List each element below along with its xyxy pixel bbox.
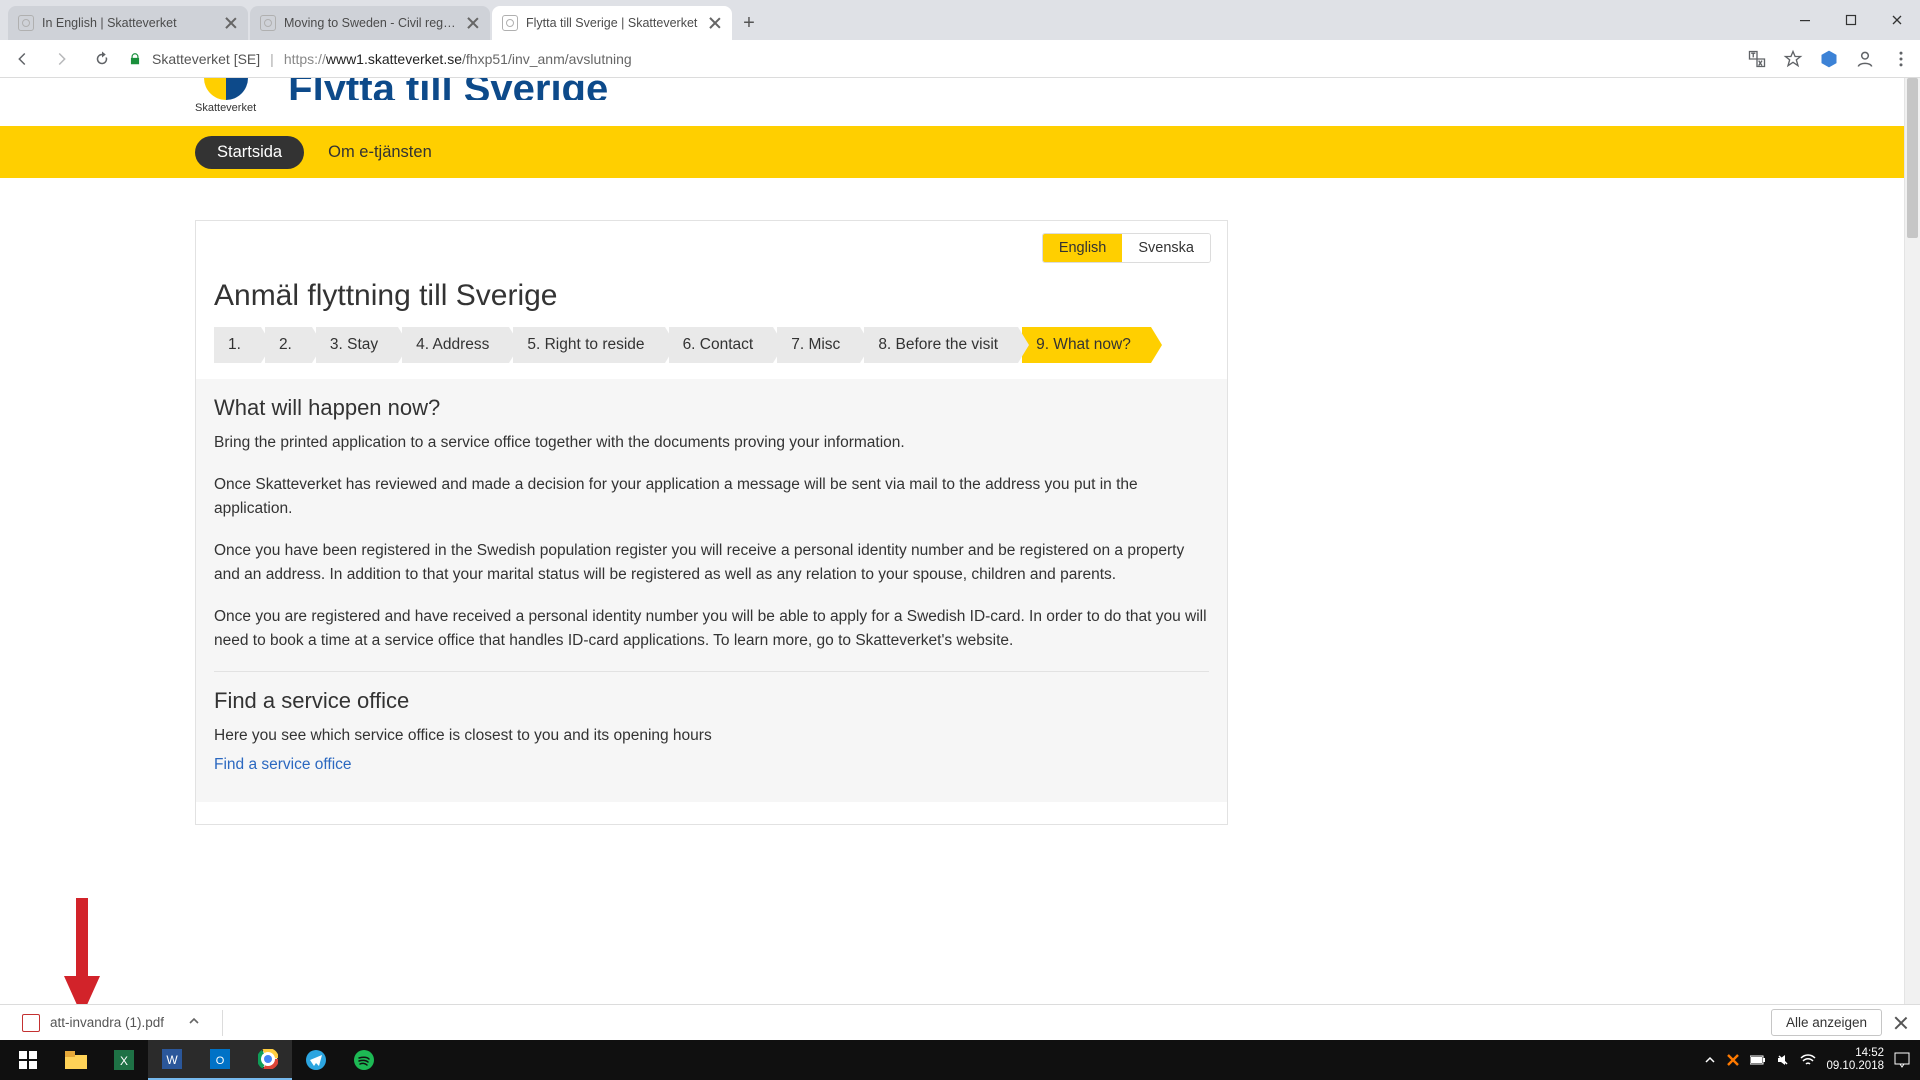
- window-maximize-button[interactable]: [1828, 4, 1874, 36]
- nav-om-etjansten[interactable]: Om e-tjänsten: [328, 143, 432, 162]
- bookmark-star-icon[interactable]: [1782, 48, 1804, 70]
- nav-startsida[interactable]: Startsida: [195, 136, 304, 169]
- toolbar-right-group: [1746, 48, 1912, 70]
- download-item[interactable]: att-invandra (1).pdf: [12, 1012, 210, 1034]
- antivirus-tray-icon[interactable]: [1726, 1053, 1740, 1067]
- kebab-menu-icon[interactable]: [1890, 48, 1912, 70]
- content-panel: English Svenska Anmäl flyttning till Sve…: [195, 220, 1228, 825]
- nav-forward-button[interactable]: [48, 45, 76, 73]
- body-paragraph: Once you have been registered in the Swe…: [214, 539, 1209, 587]
- url-display: https://www1.skatteverket.se/fhxp51/inv_…: [284, 51, 632, 67]
- lang-svenska-button[interactable]: Svenska: [1122, 234, 1210, 262]
- step-5-right-to-reside[interactable]: 5. Right to reside: [513, 327, 664, 363]
- browser-tab-1[interactable]: In English | Skatteverket: [8, 6, 248, 40]
- language-toggle: English Svenska: [1042, 233, 1211, 263]
- window-close-button[interactable]: [1874, 4, 1920, 36]
- find-service-office-link[interactable]: Find a service office: [214, 756, 352, 773]
- site-primary-nav: Startsida Om e-tjänsten: [0, 126, 1904, 178]
- favicon-icon: [18, 15, 34, 31]
- tab-title: In English | Skatteverket: [42, 16, 216, 30]
- excel-icon[interactable]: X: [100, 1040, 148, 1080]
- windows-taskbar: X W O 14:52 09.10.2018: [0, 1040, 1920, 1080]
- wizard-step-bar: 1. 2. 3. Stay 4. Address 5. Right to res…: [214, 327, 1209, 363]
- close-download-shelf-icon[interactable]: [1894, 1016, 1908, 1030]
- extension-icon[interactable]: [1818, 48, 1840, 70]
- site-page-title: Flytta till Sverige: [288, 78, 608, 100]
- file-explorer-icon[interactable]: [52, 1040, 100, 1080]
- volume-tray-icon[interactable]: [1776, 1053, 1790, 1067]
- step-2[interactable]: 2.: [265, 327, 312, 363]
- favicon-icon: [260, 15, 276, 31]
- main-heading: Anmäl flyttning till Sverige: [214, 279, 1209, 313]
- account-icon[interactable]: [1854, 48, 1876, 70]
- favicon-icon: [502, 15, 518, 31]
- skatteverket-logo[interactable]: Skatteverket: [195, 78, 256, 114]
- telegram-icon[interactable]: [292, 1040, 340, 1080]
- certificate-label: Skatteverket [SE]: [152, 51, 260, 67]
- wifi-tray-icon[interactable]: [1800, 1053, 1816, 1067]
- step-9-what-now-active[interactable]: 9. What now?: [1022, 327, 1151, 363]
- body-paragraph: Bring the printed application to a servi…: [214, 431, 1209, 455]
- browser-tab-2[interactable]: Moving to Sweden - Civil registr: [250, 6, 490, 40]
- scrollbar-thumb[interactable]: [1907, 78, 1918, 238]
- step-7-misc[interactable]: 7. Misc: [777, 327, 860, 363]
- chevron-up-icon[interactable]: [188, 1015, 200, 1030]
- close-tab-icon[interactable]: [466, 16, 480, 30]
- battery-tray-icon[interactable]: [1750, 1054, 1766, 1066]
- site-header: Skatteverket Flytta till Sverige: [0, 78, 1904, 126]
- action-center-icon[interactable]: [1894, 1052, 1910, 1068]
- divider: [222, 1010, 223, 1036]
- vertical-scrollbar[interactable]: [1904, 78, 1920, 1022]
- page-viewport: Skatteverket Flytta till Sverige Startsi…: [0, 78, 1904, 1022]
- body-paragraph: Once Skatteverket has reviewed and made …: [214, 473, 1209, 521]
- section-heading-what-now: What will happen now?: [214, 395, 1209, 421]
- window-minimize-button[interactable]: [1782, 4, 1828, 36]
- address-bar[interactable]: Skatteverket [SE] | https://www1.skattev…: [128, 51, 632, 67]
- step-4-address[interactable]: 4. Address: [402, 327, 509, 363]
- secure-lock-icon: [128, 52, 142, 66]
- browser-tab-3-active[interactable]: Flytta till Sverige | Skatteverket: [492, 6, 732, 40]
- tab-title: Moving to Sweden - Civil registr: [284, 16, 458, 30]
- tray-overflow-icon[interactable]: [1704, 1054, 1716, 1066]
- close-tab-icon[interactable]: [708, 16, 722, 30]
- download-filename: att-invandra (1).pdf: [50, 1015, 164, 1030]
- translate-icon[interactable]: [1746, 48, 1768, 70]
- date: 09.10.2018: [1826, 1060, 1884, 1073]
- show-all-downloads-button[interactable]: Alle anzeigen: [1771, 1009, 1882, 1036]
- nav-reload-button[interactable]: [88, 45, 116, 73]
- step-6-contact[interactable]: 6. Contact: [669, 327, 774, 363]
- start-button[interactable]: [4, 1040, 52, 1080]
- logo-mark-icon: [204, 78, 248, 100]
- close-tab-icon[interactable]: [224, 16, 238, 30]
- body-paragraph: Here you see which service office is clo…: [214, 724, 1209, 748]
- section-heading-find-office: Find a service office: [214, 671, 1209, 714]
- browser-tab-strip: In English | Skatteverket Moving to Swed…: [0, 0, 1920, 40]
- taskbar-clock[interactable]: 14:52 09.10.2018: [1826, 1047, 1884, 1073]
- pdf-file-icon: [22, 1014, 40, 1032]
- svg-text:X: X: [120, 1054, 128, 1068]
- browser-toolbar: Skatteverket [SE] | https://www1.skattev…: [0, 40, 1920, 78]
- body-paragraph: Once you are registered and have receive…: [214, 605, 1209, 653]
- svg-text:O: O: [216, 1055, 225, 1067]
- logo-text: Skatteverket: [195, 102, 256, 114]
- word-icon[interactable]: W: [148, 1040, 196, 1080]
- step-1[interactable]: 1.: [214, 327, 261, 363]
- system-tray[interactable]: 14:52 09.10.2018: [1704, 1047, 1916, 1073]
- time: 14:52: [1826, 1047, 1884, 1060]
- chrome-icon[interactable]: [244, 1040, 292, 1080]
- nav-back-button[interactable]: [8, 45, 36, 73]
- step-3-stay[interactable]: 3. Stay: [316, 327, 398, 363]
- step-8-before-visit[interactable]: 8. Before the visit: [864, 327, 1018, 363]
- window-controls: [1782, 0, 1920, 40]
- download-shelf: att-invandra (1).pdf Alle anzeigen: [0, 1004, 1920, 1040]
- tab-title: Flytta till Sverige | Skatteverket: [526, 16, 700, 30]
- svg-text:W: W: [166, 1053, 178, 1067]
- new-tab-button[interactable]: +: [732, 6, 766, 40]
- spotify-icon[interactable]: [340, 1040, 388, 1080]
- lang-english-button[interactable]: English: [1043, 234, 1123, 262]
- outlook-icon[interactable]: O: [196, 1040, 244, 1080]
